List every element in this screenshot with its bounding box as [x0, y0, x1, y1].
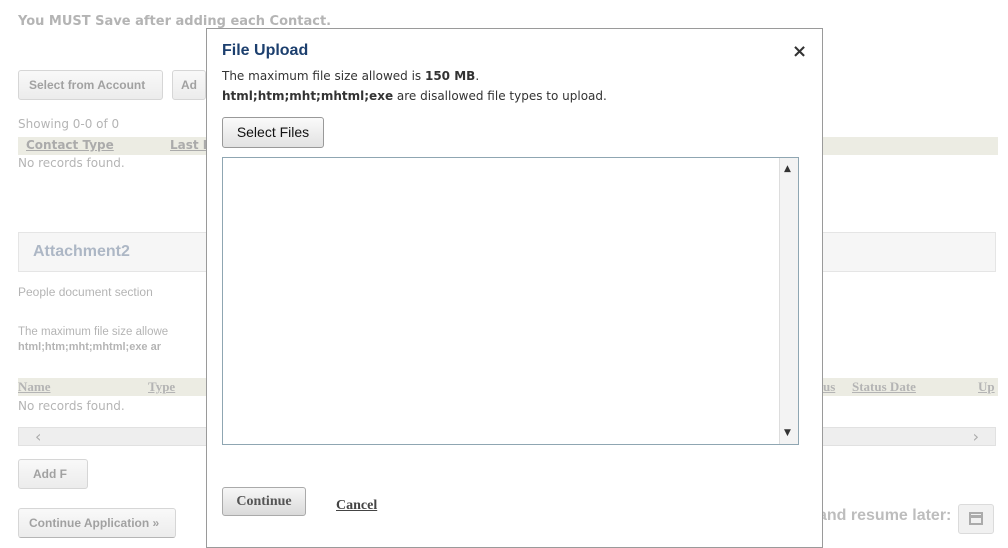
vertical-scrollbar[interactable]: ▲ ▼ [779, 158, 798, 444]
file-upload-dialog: File Upload × The maximum file size allo… [206, 28, 823, 548]
dialog-title: File Upload [222, 42, 309, 59]
disallowed-types-suffix: are disallowed file types to upload. [393, 89, 607, 103]
scroll-up-icon[interactable]: ▲ [784, 164, 791, 174]
disallowed-types-list: html;htm;mht;mhtml;exe [222, 89, 394, 103]
max-size-prefix: The maximum file size allowed is [222, 69, 425, 83]
scroll-down-icon[interactable]: ▼ [784, 428, 791, 438]
continue-button[interactable]: Continue [222, 487, 306, 516]
file-list-box[interactable]: ▲ ▼ [222, 157, 799, 445]
disallowed-types-text: html;htm;mht;mhtml;exe are disallowed fi… [222, 89, 607, 103]
max-size-value: 150 MB [424, 69, 476, 83]
max-file-size-text: The maximum file size allowed is 150 MB. [222, 69, 479, 83]
select-files-button[interactable]: Select Files [222, 117, 324, 148]
cancel-link[interactable]: Cancel [336, 498, 377, 514]
max-size-suffix: . [475, 69, 480, 83]
close-icon[interactable]: × [792, 41, 807, 62]
